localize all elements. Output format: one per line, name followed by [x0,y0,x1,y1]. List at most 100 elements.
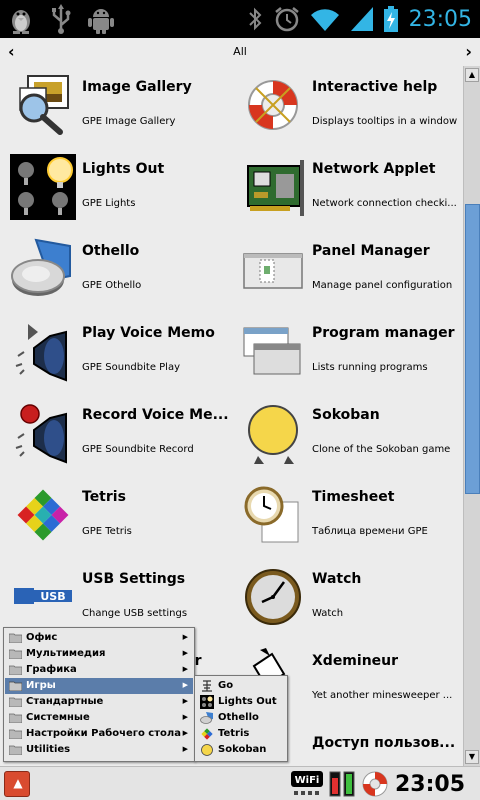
menu-item-games[interactable]: Игры ▶ [5,678,193,694]
network-card-icon [247,160,304,216]
go-icon [202,680,212,692]
scroll-thumb[interactable] [465,204,480,494]
app-program-manager[interactable]: Program manager Lists running programs [230,312,458,394]
submenu-item-label: Sokoban [218,744,267,755]
app-name: Xdemineur [312,653,399,669]
menu-item-multimedia[interactable]: Мультимедия ▶ [5,646,193,662]
app-image-gallery[interactable]: Image Gallery GPE Image Gallery [0,66,228,148]
submenu-item-label: Othello [218,712,259,723]
svg-text:USB: USB [40,590,65,603]
scroll-down-button[interactable]: ▼ [465,750,479,764]
folder-icon [9,713,22,723]
usb-icon [52,4,71,34]
menu-item-utilities[interactable]: Utilities ▶ [5,742,193,758]
menu-item-label: Офис [26,632,58,643]
app-name: USB Settings [82,571,186,587]
vertical-scrollbar[interactable]: ▲ ▼ [463,66,480,766]
submenu-item-go[interactable]: Go [196,678,286,694]
app-description: Таблица времени GPE [312,526,428,537]
folder-icon [9,745,22,755]
folder-icon [9,649,22,659]
app-sokoban[interactable]: Sokoban Clone of the Sokoban game [230,394,458,476]
battery-tray-icon[interactable] [328,770,356,798]
app-description: GPE Lights [82,198,136,209]
submenu-item-sokoban[interactable]: Sokoban [196,742,286,758]
taskbar-clock: 23:05 [395,772,466,797]
submenu-item-tetris[interactable]: Tetris [196,726,286,742]
app-description: GPE Tetris [82,526,132,537]
app-record-voice-memo[interactable]: Record Voice Me... GPE Soundbite Record [0,394,228,476]
category-bar: ‹ All › [0,38,480,66]
lights-out-icon [10,154,76,220]
app-tetris[interactable]: Tetris GPE Tetris [0,476,228,558]
menu-item-label: Графика [26,664,77,675]
menu-item-accessories[interactable]: Стандартные ▶ [5,694,193,710]
games-submenu: Go Lights Out Othello Tetris Sokoban [194,675,288,762]
app-timesheet[interactable]: Timesheet Таблица времени GPE [230,476,458,558]
menu-item-desktop-settings[interactable]: Настройки Рабочего стола ▶ [5,726,193,742]
app-name: Record Voice Me... [82,407,228,423]
menu-item-label: Игры [26,680,56,691]
submenu-arrow-icon: ▶ [182,633,188,641]
menu-item-graphics[interactable]: Графика ▶ [5,662,193,678]
app-description: Yet another minesweeper ... [312,690,453,701]
tetris-icon [201,728,213,740]
app-name: Watch [312,571,362,587]
category-title: All [233,45,247,58]
play-memo-icon [15,324,67,382]
app-watch[interactable]: Watch Watch [230,558,458,640]
lifebuoy-tray-icon[interactable] [361,770,389,798]
submenu-item-othello[interactable]: Othello [196,710,286,726]
app-othello[interactable]: Othello GPE Othello [0,230,228,312]
app-name: Image Gallery [82,79,192,95]
app-description: Displays tooltips in a window [312,116,458,127]
menu-item-office[interactable]: Офис ▶ [5,630,193,646]
sokoban-icon [201,744,213,756]
app-name: Tetris [82,489,126,505]
app-name: Network Applet [312,161,436,177]
submenu-arrow-icon: ▶ [182,729,188,737]
app-description: GPE Soundbite Record [82,444,194,455]
submenu-arrow-icon: ▶ [182,713,188,721]
submenu-arrow-icon: ▶ [182,681,188,689]
app-name: Othello [82,243,140,259]
app-lights-out[interactable]: Lights Out GPE Lights [0,148,228,230]
submenu-arrow-icon: ▶ [182,697,188,705]
record-memo-icon [15,404,67,464]
submenu-item-label: Go [218,680,234,691]
app-name: Play Voice Memo [82,325,215,341]
submenu-arrow-icon: ▶ [182,649,188,657]
app-description: GPE Image Gallery [82,116,176,127]
menu-item-label: Настройки Рабочего стола [26,728,181,739]
app-network-applet[interactable]: Network Applet Network connection checki… [230,148,458,230]
folder-icon [9,633,22,643]
signal-icon [350,7,373,31]
menu-item-system[interactable]: Системные ▶ [5,710,193,726]
android-debug-icon [88,9,114,34]
start-menu-icon: ▲ [13,776,23,790]
folder-icon [9,697,22,707]
app-interactive-help[interactable]: Interactive help Displays tooltips in a … [230,66,458,148]
wifi-tray-icon[interactable]: WiFi [290,769,324,799]
submenu-item-label: Tetris [218,728,250,739]
app-description: Watch [312,608,344,619]
sokoban-icon [248,405,298,464]
start-menu-button[interactable]: ▲ [4,771,30,797]
app-play-voice-memo[interactable]: Play Voice Memo GPE Soundbite Play [0,312,228,394]
panel-manager-icon [243,253,303,289]
app-name: Lights Out [82,161,165,177]
menu-item-label: Мультимедия [26,648,106,659]
program-manager-icon [243,327,301,375]
lights-out-icon [200,695,214,709]
scroll-up-button[interactable]: ▲ [465,68,479,82]
lifebuoy-icon [248,80,298,130]
system-icons: 23:05 [245,3,472,35]
status-clock: 23:05 [408,6,472,32]
app-panel-manager[interactable]: Panel Manager Manage panel configuration [230,230,458,312]
wifi-icon [310,9,339,31]
next-category-button[interactable]: › [465,42,472,61]
app-name: Timesheet [312,489,395,505]
svg-text:WiFi: WiFi [295,775,320,786]
battery-charging-icon [383,6,398,32]
submenu-item-lights-out[interactable]: Lights Out [196,694,286,710]
